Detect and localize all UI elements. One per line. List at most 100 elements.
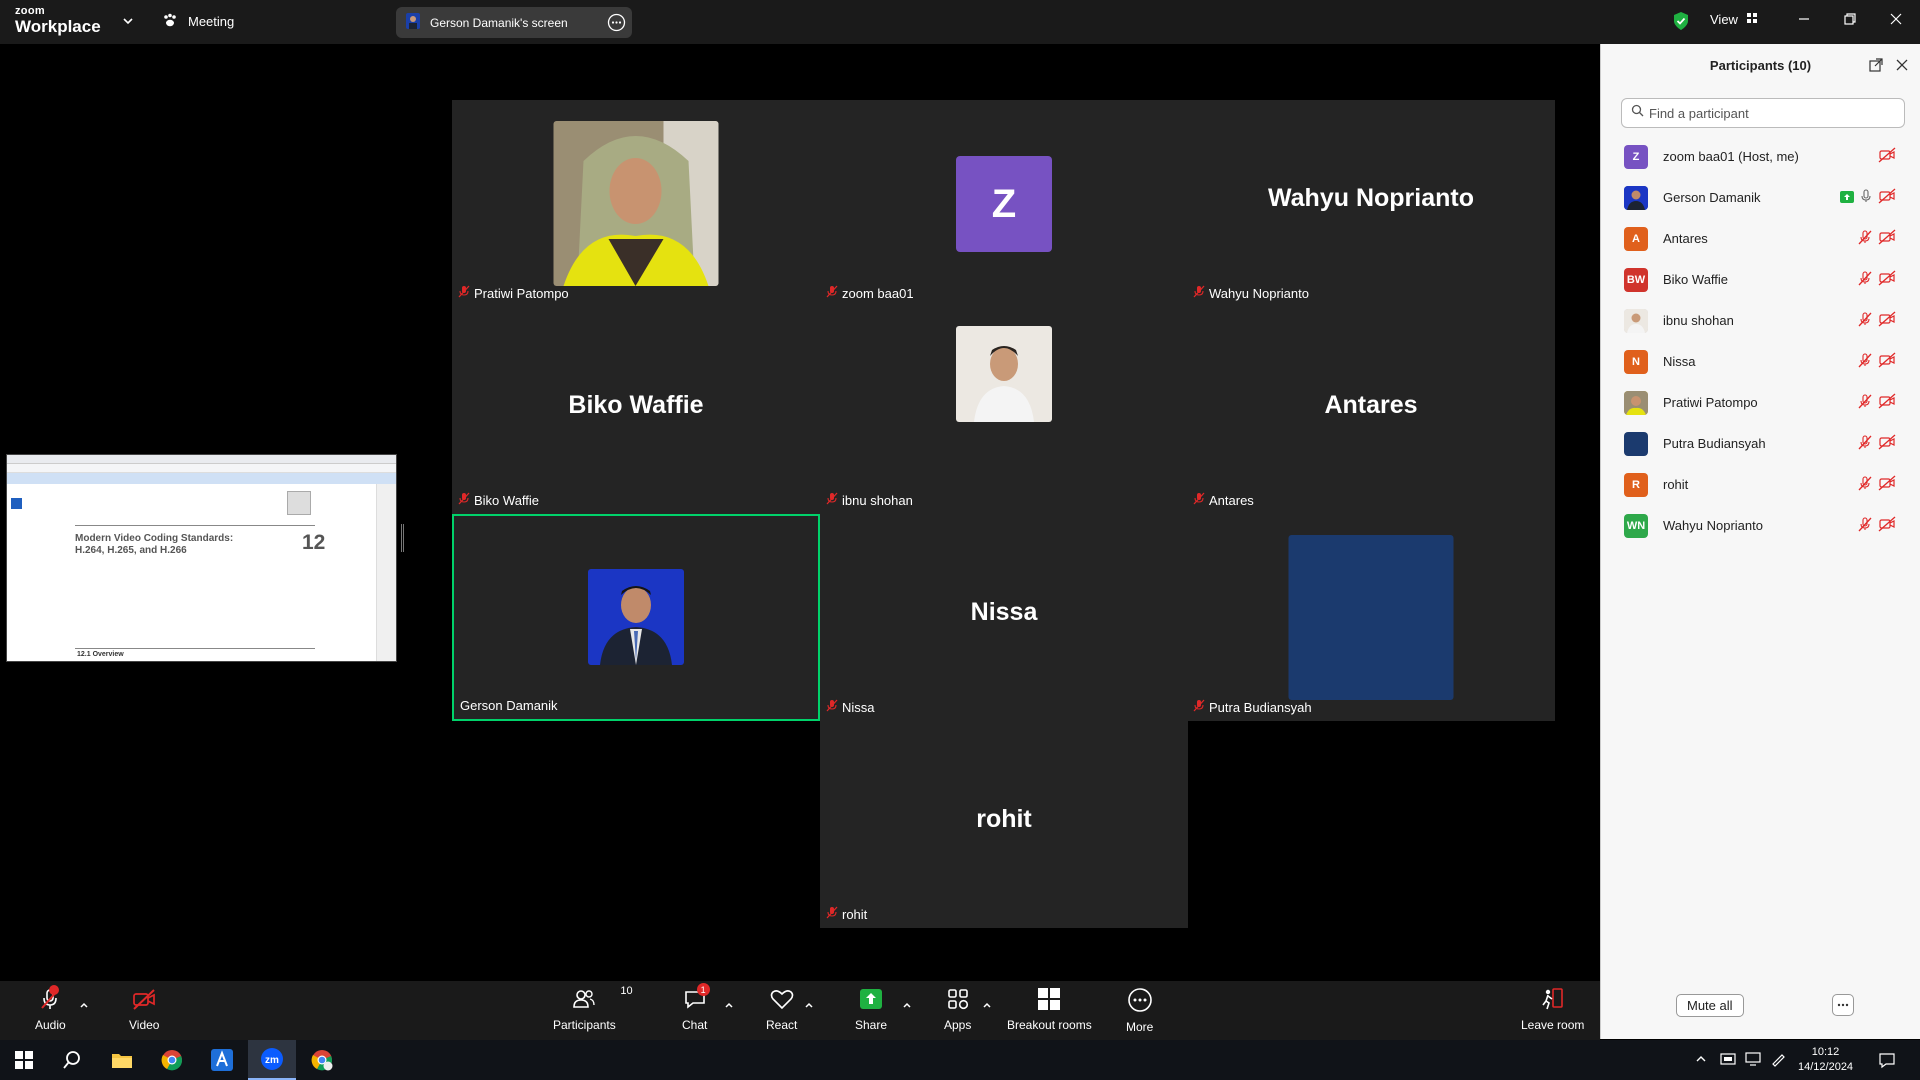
- more-button[interactable]: More: [1126, 987, 1153, 1034]
- screen-share-pill[interactable]: Gerson Damanik's screen: [396, 7, 632, 38]
- video-off-icon[interactable]: [1878, 352, 1896, 373]
- mic-muted-icon[interactable]: [1858, 352, 1872, 373]
- participant-row-nissa[interactable]: N Nissa: [1601, 341, 1920, 382]
- video-off-icon[interactable]: [1878, 516, 1896, 537]
- video-button[interactable]: Video: [129, 987, 159, 1032]
- video-off-icon[interactable]: [1878, 434, 1896, 455]
- chat-icon: 1: [683, 983, 710, 1014]
- mic-muted-icon[interactable]: [1858, 393, 1872, 414]
- apps-button[interactable]: Apps: [944, 987, 971, 1032]
- avatar: R: [1624, 472, 1648, 497]
- video-off-icon[interactable]: [1878, 229, 1896, 250]
- more-options-icon[interactable]: [1832, 994, 1854, 1016]
- search-box[interactable]: [1621, 98, 1905, 128]
- react-button[interactable]: React: [766, 987, 797, 1032]
- windows-start-icon[interactable]: [0, 1040, 48, 1080]
- video-off-icon[interactable]: [1878, 475, 1896, 496]
- zoom-taskbar-icon[interactable]: zm: [248, 1040, 296, 1080]
- participant-row-wahyu[interactable]: WN Wahyu Noprianto: [1601, 505, 1920, 546]
- display-icon[interactable]: [1745, 1051, 1761, 1072]
- zoom-workplace-logo[interactable]: zoom Workplace: [15, 6, 101, 36]
- mic-muted-icon[interactable]: [1858, 434, 1872, 455]
- video-tile-pratiwi[interactable]: Pratiwi Patompo: [452, 100, 820, 307]
- video-tile-nissa[interactable]: Nissa Nissa: [820, 514, 1188, 721]
- search-input[interactable]: [1649, 105, 1889, 121]
- video-tile-zoom-baa01[interactable]: Z zoom baa01: [820, 100, 1188, 307]
- leave-room-button[interactable]: Leave room: [1521, 987, 1584, 1032]
- participants-button[interactable]: 10 Participants: [553, 985, 633, 1032]
- chapter-number: 12: [302, 531, 326, 554]
- video-tile-rohit[interactable]: rohit rohit: [820, 721, 1188, 928]
- participant-row-zoom-baa01[interactable]: Z zoom baa01 (Host, me): [1601, 136, 1920, 177]
- people-icon: 10: [572, 985, 633, 1014]
- mute-all-button[interactable]: Mute all: [1676, 994, 1744, 1017]
- video-tile-putra[interactable]: Putra Budiansyah: [1187, 514, 1555, 721]
- participant-row-putra[interactable]: Putra Budiansyah: [1601, 423, 1920, 464]
- breakout-rooms-button[interactable]: Breakout rooms: [1007, 987, 1092, 1032]
- chevron-up-icon[interactable]: [804, 997, 814, 1015]
- chat-button[interactable]: 1 Chat: [682, 983, 710, 1032]
- chevron-up-icon[interactable]: [1695, 1052, 1707, 1070]
- mic-muted-icon[interactable]: [1858, 270, 1872, 291]
- video-off-icon[interactable]: [1878, 270, 1896, 291]
- chevron-down-icon[interactable]: [122, 14, 134, 32]
- participant-row-pratiwi[interactable]: Pratiwi Patompo: [1601, 382, 1920, 423]
- file-explorer-icon[interactable]: [98, 1040, 146, 1080]
- participant-row-ibnu[interactable]: ibnu shohan: [1601, 300, 1920, 341]
- chrome-icon[interactable]: [148, 1040, 196, 1080]
- chevron-up-icon[interactable]: [982, 997, 992, 1015]
- participant-row-rohit[interactable]: R rohit: [1601, 464, 1920, 505]
- audio-button[interactable]: Audio: [35, 985, 66, 1032]
- participant-row-biko[interactable]: BW Biko Waffie: [1601, 259, 1920, 300]
- pop-out-icon[interactable]: [1869, 58, 1883, 77]
- mic-muted-icon: [458, 492, 470, 508]
- mic-muted-icon[interactable]: [1858, 229, 1872, 250]
- pen-icon[interactable]: [1770, 1051, 1786, 1072]
- svg-text:zm: zm: [265, 1055, 279, 1066]
- view-button[interactable]: View: [1710, 12, 1758, 27]
- shield-icon[interactable]: [1672, 11, 1690, 36]
- participant-display-name: Wahyu Noprianto: [1267, 184, 1474, 212]
- resize-handle[interactable]: [401, 524, 404, 552]
- video-tile-ibnu[interactable]: ibnu shohan: [820, 307, 1188, 514]
- chrome-profile-icon[interactable]: [298, 1040, 346, 1080]
- chevron-up-icon[interactable]: [902, 997, 912, 1015]
- video-tile-biko[interactable]: Biko Waffie Biko Waffie: [452, 307, 820, 514]
- mic-muted-icon[interactable]: [1858, 475, 1872, 496]
- video-tile-antares[interactable]: Antares Antares: [1187, 307, 1555, 514]
- participant-row-gerson[interactable]: Gerson Damanik: [1601, 177, 1920, 218]
- participant-row-antares[interactable]: A Antares: [1601, 218, 1920, 259]
- restore-icon[interactable]: [1843, 12, 1857, 31]
- avatar: A: [1624, 226, 1648, 251]
- search-icon[interactable]: [48, 1040, 96, 1080]
- video-off-icon[interactable]: [1878, 188, 1896, 209]
- mic-muted-icon[interactable]: [1858, 311, 1872, 332]
- network-icon[interactable]: [1720, 1051, 1736, 1072]
- video-off-icon[interactable]: [1878, 393, 1896, 414]
- video-off-icon[interactable]: [1878, 147, 1896, 168]
- shared-screen-thumbnail[interactable]: Modern Video Coding Standards: H.264, H.…: [6, 454, 397, 662]
- more-options-icon[interactable]: [607, 13, 626, 35]
- participant-list: Z zoom baa01 (Host, me) Gerson Damanik A…: [1601, 136, 1920, 546]
- notification-icon[interactable]: [1878, 1051, 1896, 1074]
- close-icon[interactable]: [1889, 12, 1903, 31]
- chevron-up-icon[interactable]: [79, 997, 89, 1015]
- video-off-icon[interactable]: [1878, 311, 1896, 332]
- chevron-up-icon[interactable]: [724, 997, 734, 1015]
- chat-badge: 1: [696, 983, 710, 996]
- grid-icon: [1746, 12, 1758, 27]
- mic-muted-icon: [1193, 285, 1205, 301]
- mic-icon[interactable]: [1860, 189, 1872, 208]
- close-icon[interactable]: [1895, 58, 1909, 77]
- mic-muted-icon[interactable]: [1858, 516, 1872, 537]
- mic-muted-icon: [826, 699, 838, 715]
- meeting-menu[interactable]: Meeting: [162, 12, 234, 31]
- share-button[interactable]: Share: [855, 987, 887, 1032]
- video-tile-gerson[interactable]: Gerson Damanik: [452, 514, 820, 721]
- app-a-icon[interactable]: [198, 1040, 246, 1080]
- minimize-icon[interactable]: [1797, 12, 1811, 31]
- mic-muted-icon: [826, 492, 838, 508]
- video-tile-wahyu[interactable]: Wahyu Noprianto Wahyu Noprianto: [1187, 100, 1555, 307]
- system-clock[interactable]: 10:12 14/12/2024: [1798, 1045, 1853, 1075]
- meeting-stage: Modern Video Coding Standards: H.264, H.…: [0, 44, 1600, 981]
